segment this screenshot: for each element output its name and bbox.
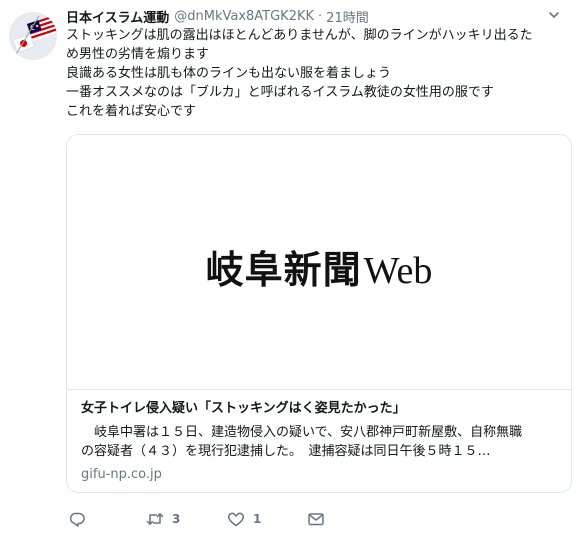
timestamp[interactable]: 21時間 [326, 7, 369, 26]
retweet-button[interactable]: 3 [146, 510, 180, 528]
tweet-text-line: これを着れば安心です [66, 104, 197, 119]
card-domain: gifu-np.co.jp [81, 467, 162, 482]
tweet-text: ストッキングは肌の露出はほとんどありませんが、脚のラインがハッキリ出るた め男性… [66, 26, 571, 121]
site-logo: 岐阜新聞 Web [206, 239, 433, 294]
card-divider [67, 389, 571, 390]
like-button[interactable]: 1 [227, 510, 261, 528]
card-info: 女子トイレ侵入疑い「ストッキングはく姿見たかった」 岐阜中署は１５日、建造物侵入… [81, 399, 559, 484]
like-count: 1 [253, 512, 262, 526]
reply-button[interactable] [68, 510, 86, 528]
tweet-text-line: め男性の劣情を煽ります [66, 47, 210, 62]
card-description: 岐阜中署は１５日、建造物侵入の疑いで、安八郡神戸町新屋敷、自称無職 の容疑者（４… [81, 423, 559, 461]
reply-icon [69, 512, 85, 527]
envelope-icon [308, 513, 324, 526]
direct-message-button[interactable] [307, 510, 325, 528]
user-handle[interactable]: @dnMkVax8ATGK2KK [174, 9, 314, 24]
retweet-icon [146, 513, 164, 525]
tweet: 日本イスラム運動 @dnMkVax8ATGK2KK · 21時間 ストッキングは… [0, 0, 579, 536]
retweet-count: 3 [172, 512, 181, 526]
link-preview-card[interactable]: 岐阜新聞 Web 女子トイレ侵入疑い「ストッキングはく姿見たかった」 岐阜中署は… [66, 134, 572, 493]
tweet-text-line: ストッキングは肌の露出はほとんどありませんが、脚のラインがハッキリ出るた [66, 28, 533, 43]
heart-icon [228, 512, 244, 527]
logo-kanji: 岐阜新聞 [205, 246, 362, 292]
display-name[interactable]: 日本イスラム運動 [66, 7, 169, 26]
flag-avatar-image [9, 12, 57, 60]
logo-web: Web [363, 249, 433, 292]
card-title: 女子トイレ侵入疑い「ストッキングはく姿見たかった」 [81, 401, 406, 416]
avatar[interactable] [9, 12, 57, 60]
tweet-header: 日本イスラム運動 @dnMkVax8ATGK2KK · 21時間 [66, 6, 563, 26]
tweet-text-line: 一番オススメなのは「ブルカ」と呼ばれるイスラム教徒の女性用の服です [66, 85, 494, 100]
card-description-line: 岐阜中署は１５日、建造物侵入の疑いで、安八郡神戸町新屋敷、自称無職 [81, 425, 523, 440]
separator-dot: · [318, 8, 323, 24]
chevron-down-icon[interactable] [547, 8, 561, 22]
card-image: 岐阜新聞 Web [67, 135, 571, 389]
card-description-line: の容疑者（４３）を現行犯逮捕した。 逮捕容疑は同日午後５時１５… [81, 444, 491, 459]
tweet-text-line: 良識ある女性は肌も体のラインも出ない服を着ましょう [66, 66, 392, 81]
